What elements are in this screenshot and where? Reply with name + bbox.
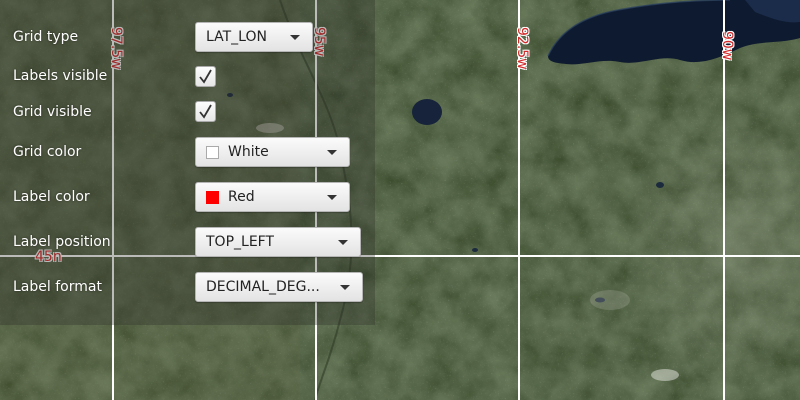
chevron-down-icon	[327, 195, 337, 200]
cloud-1	[651, 369, 679, 381]
label-format-label: Label format	[13, 279, 102, 295]
chevron-down-icon	[290, 35, 300, 40]
label-color-label: Label color	[13, 189, 90, 205]
label-color-value: Red	[228, 189, 255, 205]
lake-small-1	[656, 182, 664, 188]
grid-type-value: LAT_LON	[206, 29, 267, 45]
grid-color-swatch	[206, 145, 219, 159]
label-color-swatch	[206, 190, 219, 204]
lake-small-4	[472, 248, 478, 252]
map-view[interactable]: 97.5w 95w 92.5w 90w 45n Grid type LAT_LO…	[0, 0, 800, 400]
grid-color-label: Grid color	[13, 144, 82, 160]
grid-visible-label: Grid visible	[13, 104, 92, 120]
chevron-down-icon	[338, 240, 348, 245]
label-color-dropdown[interactable]: Red	[195, 182, 350, 212]
label-position-value: TOP_LEFT	[206, 234, 275, 250]
label-position-dropdown[interactable]: TOP_LEFT	[195, 227, 361, 257]
checkmark-icon	[199, 104, 212, 119]
grid-type-label: Grid type	[13, 29, 79, 45]
grid-settings-panel: Grid type LAT_LON Labels visible Grid vi…	[0, 0, 375, 325]
grid-visible-checkbox[interactable]	[195, 101, 216, 122]
grid-type-dropdown[interactable]: LAT_LON	[195, 22, 313, 52]
cloud-2	[590, 290, 630, 310]
label-format-dropdown[interactable]: DECIMAL_DEG...	[195, 272, 363, 302]
grid-label-92-5w: 92.5w	[514, 27, 530, 70]
cloud-haze	[500, 60, 800, 400]
label-format-value: DECIMAL_DEG...	[206, 279, 320, 295]
lake-mille-lacs	[412, 99, 442, 125]
labels-visible-checkbox[interactable]	[195, 66, 216, 87]
label-position-label: Label position	[13, 234, 111, 250]
grid-color-dropdown[interactable]: White	[195, 137, 350, 167]
grid-color-value: White	[228, 144, 269, 160]
grid-label-90w: 90w	[719, 31, 735, 61]
checkmark-icon	[199, 69, 212, 84]
chevron-down-icon	[340, 285, 350, 290]
labels-visible-label: Labels visible	[13, 68, 108, 84]
chevron-down-icon	[327, 150, 337, 155]
